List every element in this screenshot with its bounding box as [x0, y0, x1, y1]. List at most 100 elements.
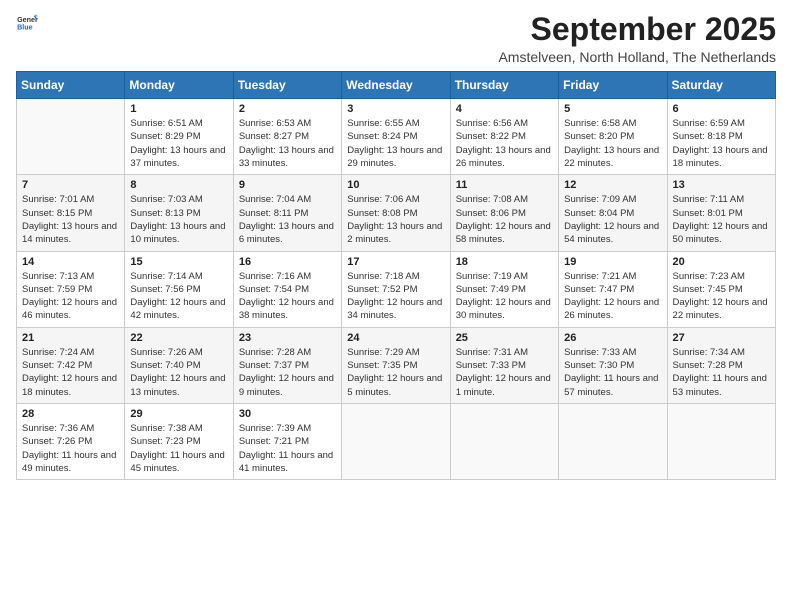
day-info: Sunrise: 7:03 AMSunset: 8:13 PMDaylight:…	[130, 193, 227, 246]
day-info: Sunrise: 6:59 AMSunset: 8:18 PMDaylight:…	[673, 117, 770, 170]
page: General Blue September 2025 Amstelveen, …	[0, 0, 792, 612]
calendar-cell: 10 Sunrise: 7:06 AMSunset: 8:08 PMDaylig…	[342, 175, 450, 251]
day-info: Sunrise: 6:58 AMSunset: 8:20 PMDaylight:…	[564, 117, 661, 170]
header-friday: Friday	[559, 72, 667, 99]
calendar-cell: 27 Sunrise: 7:34 AMSunset: 7:28 PMDaylig…	[667, 327, 775, 403]
day-info: Sunrise: 7:39 AMSunset: 7:21 PMDaylight:…	[239, 422, 336, 475]
day-number: 30	[239, 408, 336, 420]
day-info: Sunrise: 7:21 AMSunset: 7:47 PMDaylight:…	[564, 270, 661, 323]
day-number: 17	[347, 256, 444, 268]
day-info: Sunrise: 7:13 AMSunset: 7:59 PMDaylight:…	[22, 270, 119, 323]
day-info: Sunrise: 7:01 AMSunset: 8:15 PMDaylight:…	[22, 193, 119, 246]
calendar-cell: 21 Sunrise: 7:24 AMSunset: 7:42 PMDaylig…	[17, 327, 125, 403]
day-number: 6	[673, 103, 770, 115]
day-number: 21	[22, 332, 119, 344]
calendar-table: Sunday Monday Tuesday Wednesday Thursday…	[16, 71, 776, 480]
day-number: 23	[239, 332, 336, 344]
day-number: 14	[22, 256, 119, 268]
day-number: 24	[347, 332, 444, 344]
day-info: Sunrise: 7:29 AMSunset: 7:35 PMDaylight:…	[347, 346, 444, 399]
calendar-cell	[17, 99, 125, 175]
title-block: September 2025 Amstelveen, North Holland…	[498, 12, 776, 65]
day-number: 19	[564, 256, 661, 268]
day-info: Sunrise: 7:26 AMSunset: 7:40 PMDaylight:…	[130, 346, 227, 399]
calendar-cell: 13 Sunrise: 7:11 AMSunset: 8:01 PMDaylig…	[667, 175, 775, 251]
calendar-cell: 30 Sunrise: 7:39 AMSunset: 7:21 PMDaylig…	[233, 403, 341, 479]
calendar-cell: 4 Sunrise: 6:56 AMSunset: 8:22 PMDayligh…	[450, 99, 558, 175]
day-info: Sunrise: 7:38 AMSunset: 7:23 PMDaylight:…	[130, 422, 227, 475]
calendar-cell: 8 Sunrise: 7:03 AMSunset: 8:13 PMDayligh…	[125, 175, 233, 251]
calendar-cell: 1 Sunrise: 6:51 AMSunset: 8:29 PMDayligh…	[125, 99, 233, 175]
calendar-cell: 23 Sunrise: 7:28 AMSunset: 7:37 PMDaylig…	[233, 327, 341, 403]
day-number: 7	[22, 179, 119, 191]
day-number: 9	[239, 179, 336, 191]
weekday-header-row: Sunday Monday Tuesday Wednesday Thursday…	[17, 72, 776, 99]
day-number: 18	[456, 256, 553, 268]
day-info: Sunrise: 7:14 AMSunset: 7:56 PMDaylight:…	[130, 270, 227, 323]
day-number: 11	[456, 179, 553, 191]
logo: General Blue	[16, 12, 38, 36]
day-info: Sunrise: 7:04 AMSunset: 8:11 PMDaylight:…	[239, 193, 336, 246]
calendar-cell: 24 Sunrise: 7:29 AMSunset: 7:35 PMDaylig…	[342, 327, 450, 403]
calendar-cell	[559, 403, 667, 479]
day-info: Sunrise: 7:24 AMSunset: 7:42 PMDaylight:…	[22, 346, 119, 399]
day-info: Sunrise: 7:33 AMSunset: 7:30 PMDaylight:…	[564, 346, 661, 399]
day-info: Sunrise: 7:18 AMSunset: 7:52 PMDaylight:…	[347, 270, 444, 323]
calendar-cell: 11 Sunrise: 7:08 AMSunset: 8:06 PMDaylig…	[450, 175, 558, 251]
day-info: Sunrise: 7:23 AMSunset: 7:45 PMDaylight:…	[673, 270, 770, 323]
calendar-cell: 29 Sunrise: 7:38 AMSunset: 7:23 PMDaylig…	[125, 403, 233, 479]
calendar-cell: 16 Sunrise: 7:16 AMSunset: 7:54 PMDaylig…	[233, 251, 341, 327]
calendar-cell	[667, 403, 775, 479]
calendar-cell	[342, 403, 450, 479]
day-number: 4	[456, 103, 553, 115]
day-info: Sunrise: 6:56 AMSunset: 8:22 PMDaylight:…	[456, 117, 553, 170]
calendar-cell: 14 Sunrise: 7:13 AMSunset: 7:59 PMDaylig…	[17, 251, 125, 327]
header-sunday: Sunday	[17, 72, 125, 99]
day-info: Sunrise: 7:31 AMSunset: 7:33 PMDaylight:…	[456, 346, 553, 399]
day-number: 26	[564, 332, 661, 344]
day-info: Sunrise: 7:34 AMSunset: 7:28 PMDaylight:…	[673, 346, 770, 399]
header-tuesday: Tuesday	[233, 72, 341, 99]
calendar-cell: 15 Sunrise: 7:14 AMSunset: 7:56 PMDaylig…	[125, 251, 233, 327]
day-info: Sunrise: 7:09 AMSunset: 8:04 PMDaylight:…	[564, 193, 661, 246]
day-number: 5	[564, 103, 661, 115]
calendar-cell: 22 Sunrise: 7:26 AMSunset: 7:40 PMDaylig…	[125, 327, 233, 403]
header-wednesday: Wednesday	[342, 72, 450, 99]
calendar-cell	[450, 403, 558, 479]
calendar-cell: 2 Sunrise: 6:53 AMSunset: 8:27 PMDayligh…	[233, 99, 341, 175]
day-number: 13	[673, 179, 770, 191]
calendar-cell: 3 Sunrise: 6:55 AMSunset: 8:24 PMDayligh…	[342, 99, 450, 175]
calendar-cell: 25 Sunrise: 7:31 AMSunset: 7:33 PMDaylig…	[450, 327, 558, 403]
day-info: Sunrise: 7:06 AMSunset: 8:08 PMDaylight:…	[347, 193, 444, 246]
day-number: 3	[347, 103, 444, 115]
day-number: 2	[239, 103, 336, 115]
calendar-cell: 7 Sunrise: 7:01 AMSunset: 8:15 PMDayligh…	[17, 175, 125, 251]
day-info: Sunrise: 7:19 AMSunset: 7:49 PMDaylight:…	[456, 270, 553, 323]
day-number: 10	[347, 179, 444, 191]
header-thursday: Thursday	[450, 72, 558, 99]
calendar-cell: 28 Sunrise: 7:36 AMSunset: 7:26 PMDaylig…	[17, 403, 125, 479]
day-info: Sunrise: 7:36 AMSunset: 7:26 PMDaylight:…	[22, 422, 119, 475]
day-info: Sunrise: 7:28 AMSunset: 7:37 PMDaylight:…	[239, 346, 336, 399]
day-number: 27	[673, 332, 770, 344]
day-number: 22	[130, 332, 227, 344]
calendar-cell: 19 Sunrise: 7:21 AMSunset: 7:47 PMDaylig…	[559, 251, 667, 327]
day-number: 15	[130, 256, 227, 268]
calendar-cell: 17 Sunrise: 7:18 AMSunset: 7:52 PMDaylig…	[342, 251, 450, 327]
calendar-cell: 6 Sunrise: 6:59 AMSunset: 8:18 PMDayligh…	[667, 99, 775, 175]
day-info: Sunrise: 6:55 AMSunset: 8:24 PMDaylight:…	[347, 117, 444, 170]
header-row: General Blue September 2025 Amstelveen, …	[16, 12, 776, 65]
calendar-cell: 26 Sunrise: 7:33 AMSunset: 7:30 PMDaylig…	[559, 327, 667, 403]
svg-text:Blue: Blue	[17, 24, 33, 32]
calendar-cell: 12 Sunrise: 7:09 AMSunset: 8:04 PMDaylig…	[559, 175, 667, 251]
calendar-cell: 9 Sunrise: 7:04 AMSunset: 8:11 PMDayligh…	[233, 175, 341, 251]
header-monday: Monday	[125, 72, 233, 99]
day-info: Sunrise: 7:16 AMSunset: 7:54 PMDaylight:…	[239, 270, 336, 323]
day-info: Sunrise: 7:11 AMSunset: 8:01 PMDaylight:…	[673, 193, 770, 246]
location-subtitle: Amstelveen, North Holland, The Netherlan…	[498, 49, 776, 65]
day-info: Sunrise: 6:53 AMSunset: 8:27 PMDaylight:…	[239, 117, 336, 170]
logo-icon: General Blue	[16, 12, 38, 34]
calendar-cell: 20 Sunrise: 7:23 AMSunset: 7:45 PMDaylig…	[667, 251, 775, 327]
day-number: 28	[22, 408, 119, 420]
calendar-cell: 5 Sunrise: 6:58 AMSunset: 8:20 PMDayligh…	[559, 99, 667, 175]
